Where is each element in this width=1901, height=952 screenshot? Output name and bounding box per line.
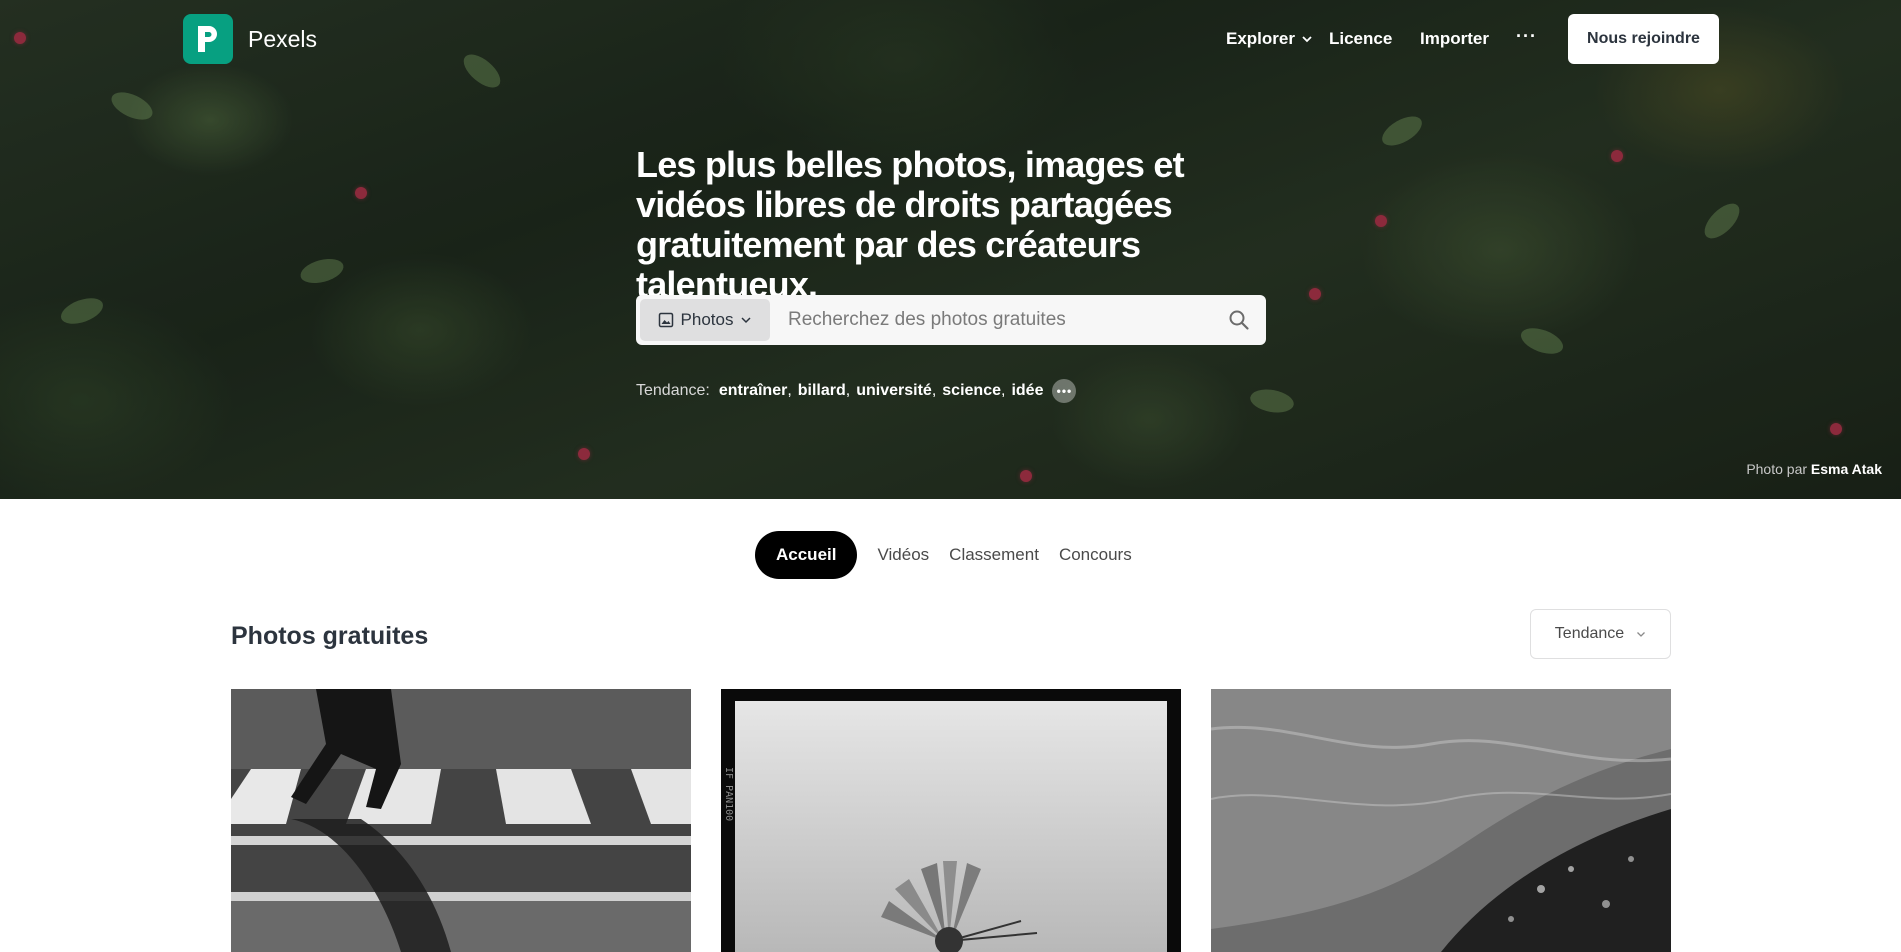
- photo-credit: Photo par Esma Atak: [1746, 461, 1882, 477]
- chevron-down-icon: [741, 317, 751, 324]
- crosswalk-photo: [231, 689, 691, 952]
- tab-challenges[interactable]: Concours: [1049, 531, 1142, 579]
- nav-explore[interactable]: Explorer: [1226, 29, 1313, 49]
- tab-leaderboard[interactable]: Classement: [939, 531, 1049, 579]
- trending-item[interactable]: entraîner: [719, 382, 787, 400]
- join-button[interactable]: Nous rejoindre: [1568, 14, 1719, 64]
- brand-name[interactable]: Pexels: [248, 26, 317, 53]
- pexels-logo[interactable]: [183, 14, 233, 64]
- chevron-down-icon: [1302, 36, 1312, 43]
- trending-item[interactable]: science: [942, 382, 1001, 400]
- photo-card[interactable]: IF PAN100: [721, 689, 1181, 952]
- search-type-label: Photos: [680, 310, 734, 329]
- trending-item[interactable]: billard: [798, 382, 846, 400]
- photo-card[interactable]: [1211, 689, 1671, 952]
- image-icon: [658, 312, 673, 328]
- windmill-photo: [721, 689, 1181, 952]
- search-bar: Photos: [636, 295, 1266, 345]
- search-type-dropdown[interactable]: Photos: [640, 299, 770, 341]
- nav-license[interactable]: Licence: [1329, 29, 1392, 49]
- photo-card[interactable]: [231, 689, 691, 952]
- chevron-down-icon: [1637, 632, 1646, 637]
- berry-decor: [355, 187, 367, 199]
- more-options-icon[interactable]: ···: [1516, 26, 1537, 47]
- trending-separator: ,: [845, 382, 851, 399]
- search-icon[interactable]: [1228, 309, 1250, 331]
- berry-decor: [1611, 150, 1623, 162]
- trending-searches: Tendance: entraîner, billard, université…: [636, 379, 1077, 403]
- tab-videos[interactable]: Vidéos: [867, 531, 939, 579]
- more-trending-icon[interactable]: •••: [1052, 379, 1077, 403]
- content-tabs: Accueil Vidéos Classement Concours: [755, 531, 1142, 579]
- berry-decor: [1309, 288, 1321, 300]
- water-photo: [1211, 689, 1671, 952]
- section-title: Photos gratuites: [231, 622, 429, 650]
- trending-item[interactable]: université: [856, 382, 932, 400]
- pexels-logo-icon: [198, 26, 217, 52]
- top-nav: Pexels Explorer Licence Importer ··· Nou…: [0, 0, 1901, 78]
- search-input[interactable]: [788, 304, 1188, 336]
- berry-decor: [1020, 470, 1032, 482]
- trending-separator: ,: [1001, 382, 1006, 399]
- photo-credit-prefix: Photo par: [1746, 461, 1808, 477]
- sort-label: Tendance: [1554, 625, 1625, 642]
- trending-separator: ,: [931, 382, 937, 399]
- nav-explore-label: Explorer: [1226, 29, 1295, 48]
- hero-headline: Les plus belles photos, images et vidéos…: [636, 144, 1185, 305]
- trending-item[interactable]: idée: [1011, 382, 1043, 400]
- film-edge-text: IF PAN100: [723, 767, 734, 822]
- berry-decor: [578, 448, 590, 460]
- berry-decor: [1375, 215, 1387, 227]
- tab-home[interactable]: Accueil: [755, 531, 858, 579]
- photo-credit-author[interactable]: Esma Atak: [1811, 461, 1882, 477]
- sort-dropdown[interactable]: Tendance: [1530, 609, 1671, 659]
- hero-banner: Pexels Explorer Licence Importer ··· Nou…: [0, 0, 1901, 499]
- nav-upload[interactable]: Importer: [1420, 29, 1489, 49]
- berry-decor: [1830, 423, 1842, 435]
- trending-label: Tendance:: [636, 382, 710, 399]
- trending-separator: ,: [787, 382, 792, 399]
